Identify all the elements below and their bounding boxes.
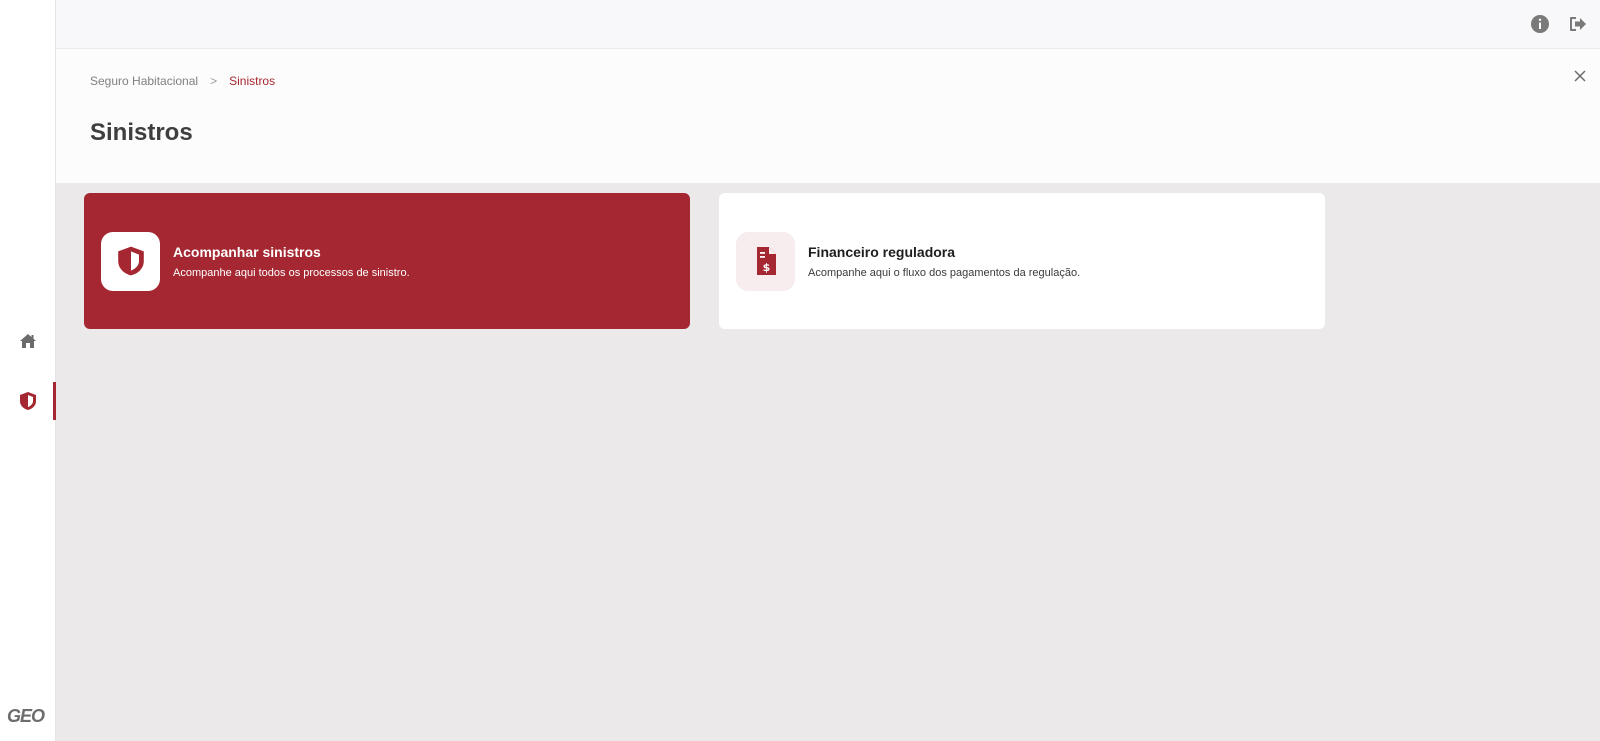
page-title: Sinistros [90,119,193,146]
sidebar-item-home[interactable] [0,322,56,360]
card-text: Financeiro reguladora Acompanhe aqui o f… [808,244,1080,279]
home-icon [20,334,36,348]
sidebar-item-claims[interactable] [0,382,56,420]
close-icon[interactable] [1572,68,1588,84]
breadcrumb-item-seguro-habitacional[interactable]: Seguro Habitacional [90,74,198,88]
logout-icon[interactable] [1568,14,1588,34]
page-header: Seguro Habitacional > Sinistros Sinistro… [56,49,1600,183]
card-icon-container [101,231,160,291]
card-icon-container: $ [736,231,795,291]
topbar [56,0,1600,49]
card-text: Acompanhar sinistros Acompanhe aqui todo… [173,244,410,279]
shield-icon [20,392,36,410]
sidebar: GEO [0,0,56,741]
breadcrumb: Seguro Habitacional > Sinistros [90,74,275,88]
active-indicator [53,382,56,420]
breadcrumb-item-sinistros: Sinistros [229,74,276,88]
card-title: Acompanhar sinistros [173,243,321,260]
shield-icon [117,246,144,276]
card-description: Acompanhe aqui o fluxo dos pagamentos da… [808,266,1081,279]
chevron-right-icon: > [210,74,218,88]
card-description: Acompanhe aqui todos os processos de sin… [173,266,410,279]
card-acompanhar-sinistros[interactable]: Acompanhar sinistros Acompanhe aqui todo… [84,193,690,329]
document-dollar-icon: $ [756,247,776,275]
card-title: Financeiro reguladora [808,243,956,260]
geo-logo: GEO [7,706,45,726]
info-icon[interactable] [1530,14,1550,34]
svg-text:$: $ [762,261,770,274]
card-financeiro-reguladora[interactable]: $ Financeiro reguladora Acompanhe aqui o… [719,193,1325,329]
